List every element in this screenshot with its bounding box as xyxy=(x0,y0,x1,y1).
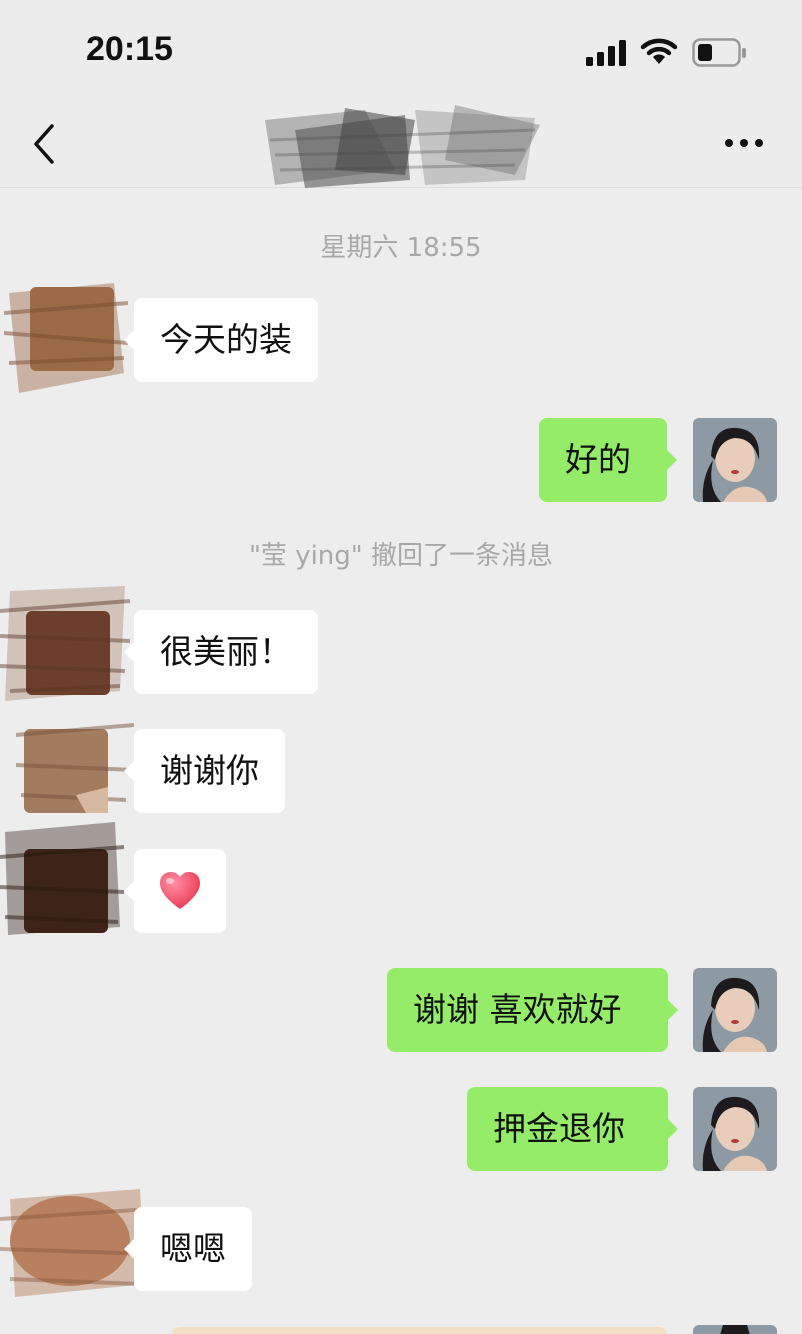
time-separator: 星期六 18:55 xyxy=(320,233,482,263)
status-bar: 20:15 xyxy=(0,0,802,100)
status-time: 20:15 xyxy=(86,30,173,68)
message-text: 谢谢你 xyxy=(160,751,259,790)
message-bubble-incoming[interactable]: 很美丽！ xyxy=(124,610,318,694)
contact-avatar-redacted xyxy=(3,283,129,393)
signal-icon xyxy=(586,40,626,66)
message-text: 嗯嗯 xyxy=(160,1229,226,1268)
heart-icon xyxy=(160,872,200,909)
message-text: 今天的装 xyxy=(160,320,292,359)
battery-icon xyxy=(692,38,746,67)
wifi-icon xyxy=(640,38,678,64)
message-bubble-outgoing[interactable]: 好的 xyxy=(539,418,677,502)
contact-name-scribble xyxy=(265,105,540,188)
message-bubble-outgoing[interactable]: 押金退你 xyxy=(467,1087,678,1171)
message-bubble-outgoing[interactable]: 谢谢 喜欢就好 xyxy=(387,968,678,1052)
contact-avatar-redacted xyxy=(15,723,135,813)
user-avatar[interactable] xyxy=(693,418,777,502)
message-text: 谢谢 喜欢就好 xyxy=(413,990,622,1029)
message-bubble-incoming[interactable] xyxy=(124,849,226,933)
chat-area[interactable]: 星期六 18:55 今天的装 好的 "莹 ying" 撤回了一条消息 很美丽！ … xyxy=(0,189,802,1334)
recall-notice: "莹 ying" 撤回了一条消息 xyxy=(248,541,554,571)
message-bubble-partial xyxy=(172,1327,667,1334)
message-text: 好的 xyxy=(565,440,631,479)
message-bubble-incoming[interactable]: 今天的装 xyxy=(124,298,318,382)
nav-bar xyxy=(0,100,802,188)
user-avatar[interactable] xyxy=(693,968,777,1052)
message-bubble-incoming[interactable]: 嗯嗯 xyxy=(124,1207,252,1291)
back-chevron-icon[interactable] xyxy=(30,122,62,166)
message-bubble-incoming[interactable]: 谢谢你 xyxy=(124,729,285,813)
contact-avatar-redacted xyxy=(0,822,125,935)
user-avatar-partial xyxy=(693,1325,777,1334)
more-dots-icon[interactable] xyxy=(722,128,766,158)
message-text: 很美丽！ xyxy=(160,632,292,671)
contact-avatar-redacted xyxy=(0,586,131,701)
message-text: 押金退你 xyxy=(493,1109,625,1148)
user-avatar[interactable] xyxy=(693,1087,777,1171)
